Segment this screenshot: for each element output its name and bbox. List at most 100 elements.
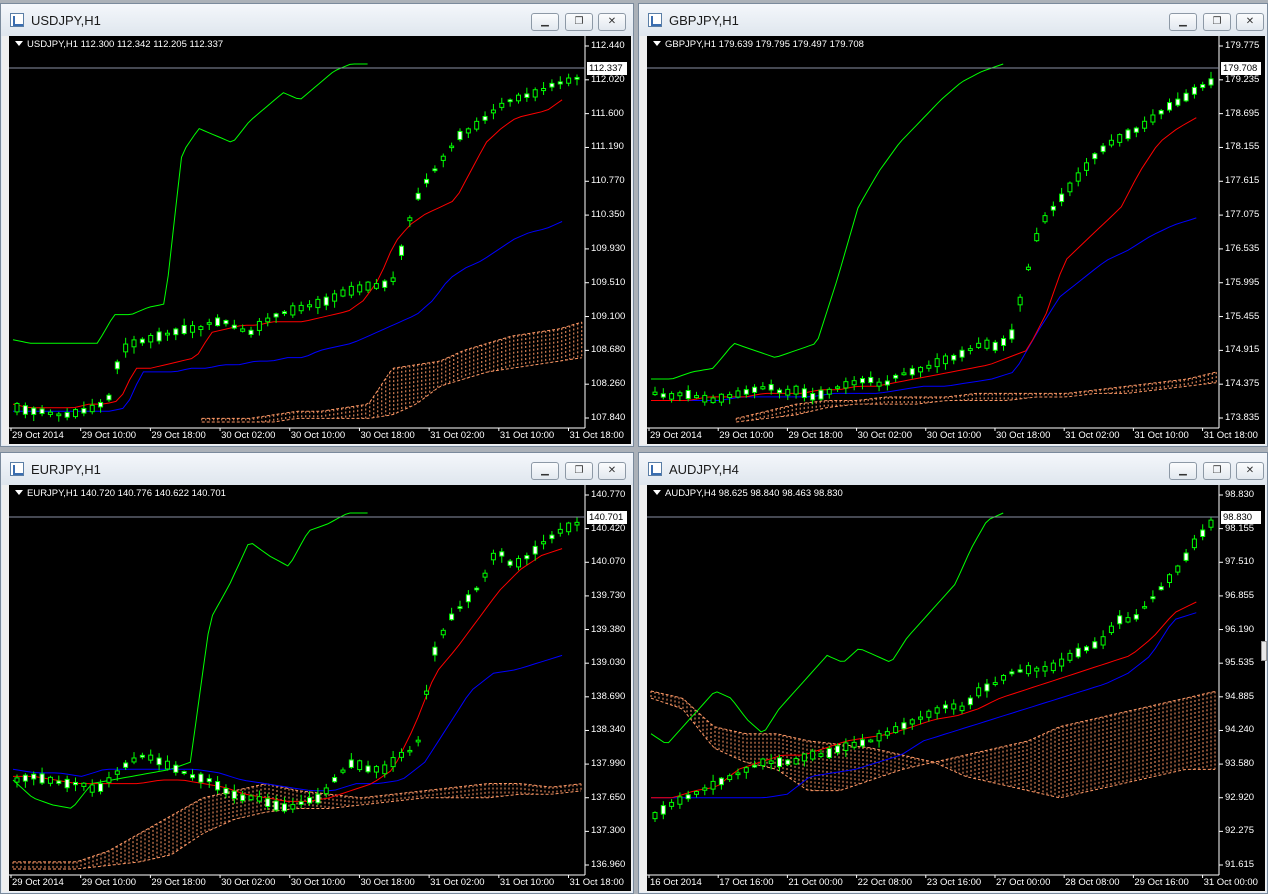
candle-body bbox=[424, 178, 430, 184]
title-bar[interactable]: EURJPY,H1 ▁ ❐ ✕ bbox=[1, 453, 633, 485]
candle-body bbox=[785, 759, 791, 765]
candle-body bbox=[566, 77, 572, 84]
candle-body bbox=[549, 82, 555, 88]
y-axis-tick-label: 178.695 bbox=[1225, 107, 1260, 119]
candle-body bbox=[1125, 617, 1131, 623]
title-bar[interactable]: GBPJPY,H1 ▁ ❐ ✕ bbox=[639, 4, 1267, 36]
candle-body bbox=[549, 534, 555, 540]
candle-body bbox=[1117, 134, 1123, 143]
candle-body bbox=[248, 329, 254, 336]
chart-canvas[interactable]: AUDJPY,H4 98.625 98.840 98.463 98.830 98… bbox=[647, 485, 1265, 891]
candle-body bbox=[669, 801, 675, 807]
candle-body bbox=[532, 545, 538, 555]
candle-body bbox=[541, 88, 547, 92]
close-button[interactable]: ✕ bbox=[1236, 13, 1264, 31]
candle-body bbox=[859, 739, 865, 747]
restore-button[interactable]: ❐ bbox=[565, 13, 593, 31]
title-bar[interactable]: USDJPY,H1 ▁ ❐ ✕ bbox=[1, 4, 633, 36]
chart-canvas[interactable]: EURJPY,H1 140.720 140.776 140.622 140.70… bbox=[9, 485, 631, 891]
candle-body bbox=[959, 349, 965, 358]
y-axis-tick-label: 112.440 bbox=[591, 40, 625, 51]
restore-icon: ❐ bbox=[574, 465, 584, 476]
window-title: GBPJPY,H1 bbox=[669, 13, 739, 28]
candle-body bbox=[992, 682, 998, 686]
minimize-button[interactable]: ▁ bbox=[531, 462, 559, 480]
candle-body bbox=[1167, 102, 1173, 111]
candle-body bbox=[398, 245, 404, 256]
candle-body bbox=[22, 774, 28, 782]
scroll-grip[interactable] bbox=[1261, 641, 1267, 661]
candle-body bbox=[231, 790, 237, 799]
x-axis-tick-label: 31 Oct 18:00 bbox=[569, 430, 624, 441]
x-axis-tick-label: 31 Oct 10:00 bbox=[1134, 430, 1189, 441]
x-axis-tick-label: 29 Oct 18:00 bbox=[151, 877, 206, 888]
candle-body bbox=[1142, 606, 1148, 609]
x-axis-tick-label: 30 Oct 18:00 bbox=[360, 430, 415, 441]
chart-svg bbox=[9, 36, 589, 431]
y-axis-tick-label: 137.990 bbox=[591, 758, 626, 770]
kijun-sen-line bbox=[651, 217, 1197, 401]
minimize-button[interactable]: ▁ bbox=[1169, 462, 1197, 480]
candle-body bbox=[776, 389, 782, 394]
kijun-sen-line bbox=[651, 612, 1197, 799]
candle-body bbox=[474, 587, 480, 591]
chikou-span-line bbox=[12, 63, 368, 344]
minimize-button[interactable]: ▁ bbox=[1169, 13, 1197, 31]
candle-body bbox=[340, 769, 346, 773]
chart-window-eurjpy[interactable]: EURJPY,H1 ▁ ❐ ✕ EURJPY,H1 140.720 140.77… bbox=[0, 452, 634, 894]
chart-window-icon bbox=[648, 13, 662, 27]
y-axis-tick-label: 96.190 bbox=[1225, 623, 1255, 635]
candle-body bbox=[47, 776, 53, 784]
close-button[interactable]: ✕ bbox=[598, 462, 626, 480]
y-axis-tick-label: 178.155 bbox=[1225, 141, 1260, 153]
x-axis-tick-label: 31 Oct 18:00 bbox=[1203, 430, 1258, 441]
candle-body bbox=[532, 89, 538, 98]
current-price-label: 98.830 bbox=[1221, 511, 1261, 524]
window-title: EURJPY,H1 bbox=[31, 462, 101, 477]
restore-button[interactable]: ❐ bbox=[565, 462, 593, 480]
x-axis-tick-label: 29 Oct 2014 bbox=[650, 430, 702, 441]
candle-body bbox=[1200, 84, 1206, 89]
chart-canvas[interactable]: GBPJPY,H1 179.639 179.795 179.497 179.70… bbox=[647, 36, 1265, 444]
chart-window-audjpy[interactable]: AUDJPY,H4 ▁ ❐ ✕ AUDJPY,H4 98.625 98.840 … bbox=[638, 452, 1268, 894]
minimize-button[interactable]: ▁ bbox=[531, 13, 559, 31]
candle-body bbox=[173, 764, 179, 773]
kijun-sen-line bbox=[12, 654, 563, 792]
candle-body bbox=[743, 767, 749, 773]
candle-body bbox=[574, 76, 580, 80]
candle-body bbox=[315, 298, 321, 309]
restore-button[interactable]: ❐ bbox=[1203, 462, 1231, 480]
candle-body bbox=[499, 551, 505, 557]
candle-body bbox=[432, 168, 438, 172]
candle-body bbox=[390, 277, 396, 282]
chart-window-gbpjpy[interactable]: GBPJPY,H1 ▁ ❐ ✕ GBPJPY,H1 179.639 179.79… bbox=[638, 3, 1268, 447]
candle-body bbox=[718, 777, 724, 786]
close-button[interactable]: ✕ bbox=[598, 13, 626, 31]
title-bar[interactable]: AUDJPY,H4 ▁ ❐ ✕ bbox=[639, 453, 1267, 485]
candle-body bbox=[768, 760, 774, 764]
candle-body bbox=[727, 775, 733, 781]
candle-body bbox=[918, 366, 924, 373]
candle-body bbox=[566, 522, 572, 533]
candle-body bbox=[273, 313, 279, 318]
chart-window-usdjpy[interactable]: USDJPY,H1 ▁ ❐ ✕ USDJPY,H1 112.300 112.34… bbox=[0, 3, 634, 447]
candle-body bbox=[693, 395, 699, 399]
candle-body bbox=[382, 764, 388, 775]
x-axis-tick-label: 31 Oct 02:00 bbox=[430, 430, 485, 441]
candle-body bbox=[876, 733, 882, 742]
tenkan-sen-line bbox=[13, 548, 563, 802]
y-axis-tick-label: 95.535 bbox=[1225, 657, 1255, 669]
candle-body bbox=[984, 339, 990, 349]
candle-body bbox=[215, 781, 221, 791]
candle-body bbox=[164, 332, 170, 336]
x-axis-tick-label: 30 Oct 18:00 bbox=[360, 877, 415, 888]
candle-body bbox=[56, 413, 62, 417]
chart-canvas[interactable]: USDJPY,H1 112.300 112.342 112.205 112.33… bbox=[9, 36, 631, 444]
candle-body bbox=[1050, 205, 1056, 211]
candle-body bbox=[365, 765, 371, 773]
close-button[interactable]: ✕ bbox=[1236, 462, 1264, 480]
candle-body bbox=[1108, 625, 1114, 634]
restore-button[interactable]: ❐ bbox=[1203, 13, 1231, 31]
y-axis-tick-label: 136.960 bbox=[591, 859, 626, 870]
senkou-span-a bbox=[201, 321, 582, 419]
